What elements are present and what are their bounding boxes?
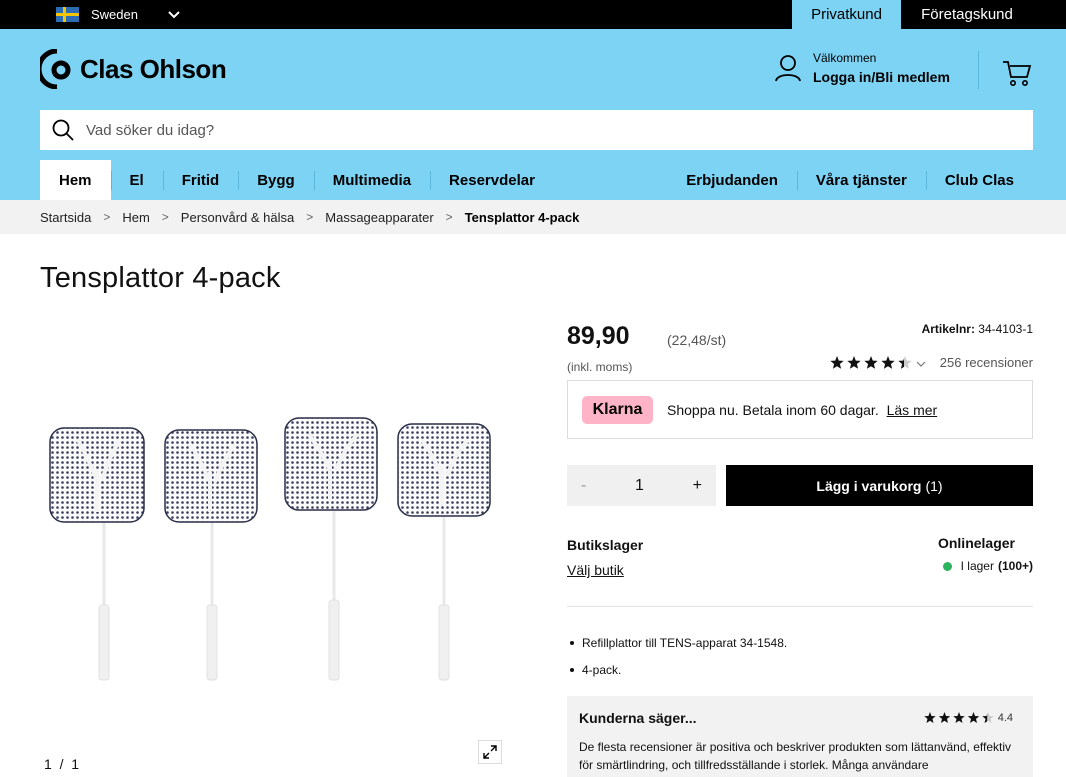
nav-item-erbjudanden[interactable]: Erbjudanden xyxy=(667,160,797,200)
article-number-label: Artikelnr: xyxy=(921,322,975,336)
top-bar: Sweden Privatkund Företagskund xyxy=(0,0,1066,29)
list-item: 4-pack. xyxy=(569,663,787,677)
cart-icon xyxy=(1003,61,1032,86)
vat-note: (inkl. moms) xyxy=(567,360,633,374)
breadcrumb: Startsida > Hem > Personvård & hälsa > M… xyxy=(0,200,1066,234)
reviews-count[interactable]: 256 recensioner xyxy=(940,355,1033,370)
choose-store-link[interactable]: Välj butik xyxy=(567,562,624,578)
breadcrumb-current: Tensplattor 4-pack xyxy=(464,209,580,225)
stock-quantity: (100+) xyxy=(997,559,1033,573)
image-pager: 1 / 1 xyxy=(44,756,80,772)
user-icon xyxy=(775,55,801,82)
secondary-nav: Erbjudanden Våra tjänster Club Clas xyxy=(667,160,1033,200)
unit-price: (22,48/st) xyxy=(667,332,727,348)
nav-item-hem[interactable]: Hem xyxy=(40,160,111,200)
logo-mark-icon xyxy=(40,49,71,89)
header-divider xyxy=(978,51,979,89)
article-number: Artikelnr: 34-4103-1 xyxy=(922,322,1033,336)
tens-pads-image xyxy=(49,417,491,681)
stock-status-text: I lager xyxy=(960,559,994,573)
tab-private-customer[interactable]: Privatkund xyxy=(792,0,901,29)
review-summary-rating: 4.4 xyxy=(923,712,1013,724)
country-label: Sweden xyxy=(91,7,138,22)
search-input[interactable] xyxy=(86,121,886,139)
search-bar xyxy=(40,110,1033,150)
article-number-value: 34-4103-1 xyxy=(978,322,1033,336)
nav-item-multimedia[interactable]: Multimedia xyxy=(313,160,430,200)
chevron-right-icon: > xyxy=(445,210,453,224)
site-header: Clas Ohlson Välkommen Logga in/Bli medle… xyxy=(0,29,1066,200)
breadcrumb-item[interactable]: Startsida xyxy=(40,210,91,225)
product-image[interactable] xyxy=(40,400,520,700)
online-stock-label: Onlinelager xyxy=(937,535,1015,551)
klarna-read-more-link[interactable]: Läs mer xyxy=(887,402,938,418)
account-login[interactable]: Välkommen Logga in/Bli medlem xyxy=(775,51,950,85)
product-price: 89,90 xyxy=(567,322,630,350)
product-rating[interactable]: 256 recensioner xyxy=(830,355,1033,370)
welcome-text: Välkommen xyxy=(813,51,877,65)
divider xyxy=(567,606,1033,607)
klarna-logo: Klarna xyxy=(582,395,653,424)
nav-item-fritid[interactable]: Fritid xyxy=(162,160,239,200)
search-icon[interactable] xyxy=(52,119,74,141)
add-to-cart-button[interactable]: Lägg i varukorg (1) xyxy=(726,465,1033,506)
add-to-cart-count: (1) xyxy=(925,477,943,494)
nav-item-club-clas[interactable]: Club Clas xyxy=(925,160,1033,200)
chevron-right-icon: > xyxy=(306,210,314,224)
country-selector[interactable]: Sweden xyxy=(56,0,180,29)
cart-button[interactable] xyxy=(1002,59,1032,92)
quantity-value[interactable]: 1 xyxy=(635,477,644,495)
breadcrumb-item[interactable]: Hem xyxy=(122,210,149,225)
review-summary-text: De flesta recensioner är positiva och be… xyxy=(579,740,1011,772)
decrease-quantity-button[interactable]: - xyxy=(581,477,586,495)
klarna-banner: Klarna Shoppa nu. Betala inom 60 dagar. … xyxy=(567,380,1033,439)
chevron-down-icon xyxy=(168,7,180,22)
review-summary-score: 4.4 xyxy=(997,712,1013,724)
expand-image-button[interactable] xyxy=(478,740,502,764)
nav-item-reservdelar[interactable]: Reservdelar xyxy=(430,160,554,200)
breadcrumb-item[interactable]: Personvård & hälsa xyxy=(181,210,294,225)
online-stock-status: I lager (100+) xyxy=(942,559,1033,573)
tab-business-customer[interactable]: Företagskund xyxy=(901,0,1033,29)
breadcrumb-item[interactable]: Massageapparater xyxy=(325,210,433,225)
logo-text: Clas Ohlson xyxy=(80,53,227,84)
increase-quantity-button[interactable]: + xyxy=(693,477,702,495)
chevron-down-icon xyxy=(916,355,926,370)
expand-icon xyxy=(483,745,497,759)
sweden-flag-icon xyxy=(56,7,79,22)
nav-item-bygg[interactable]: Bygg xyxy=(238,160,314,200)
logo[interactable]: Clas Ohlson xyxy=(40,49,227,89)
main-nav: Hem El Fritid Bygg Multimedia Reservdela… xyxy=(40,160,554,200)
klarna-text: Shoppa nu. Betala inom 60 dagar. xyxy=(667,401,879,418)
chevron-right-icon: > xyxy=(103,210,111,224)
quantity-stepper: - 1 + xyxy=(567,465,716,506)
in-stock-dot-icon xyxy=(942,561,952,571)
add-to-cart-label: Lägg i varukorg xyxy=(816,477,922,494)
list-item: Refillplattor till TENS-apparat 34-1548. xyxy=(569,636,788,650)
rating-stars xyxy=(923,712,994,723)
store-stock-label: Butikslager xyxy=(567,537,644,553)
nav-item-tjanster[interactable]: Våra tjänster xyxy=(796,160,926,200)
chevron-right-icon: > xyxy=(161,210,169,224)
rating-stars xyxy=(830,355,912,370)
feature-list: Refillplattor till TENS-apparat 34-1548.… xyxy=(569,636,788,690)
nav-item-el[interactable]: El xyxy=(110,160,163,200)
page-title: Tensplattor 4-pack xyxy=(40,262,281,294)
review-summary: Kunderna säger... 4.4 De flesta recensio… xyxy=(567,696,1033,777)
login-link[interactable]: Logga in/Bli medlem xyxy=(813,69,950,85)
